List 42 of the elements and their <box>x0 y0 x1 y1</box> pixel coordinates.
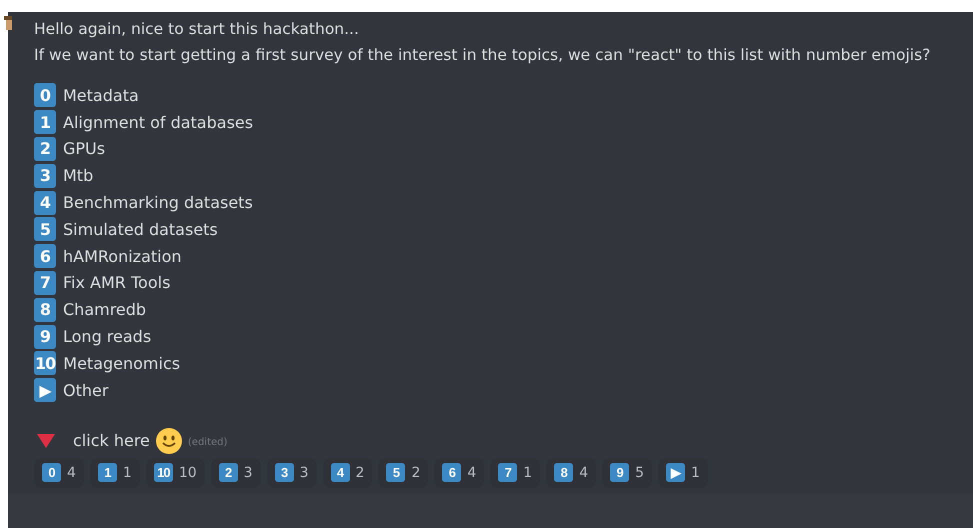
topic-label: Fix AMR Tools <box>63 273 170 292</box>
reaction-button[interactable]: 5 2 <box>378 458 428 488</box>
reaction-button[interactable]: 0 4 <box>34 458 84 488</box>
reaction-button[interactable]: 1 1 <box>90 458 140 488</box>
topic-label: GPUs <box>63 139 106 158</box>
smiley-icon <box>156 428 182 454</box>
keycap-emoji: 1 <box>34 110 56 134</box>
reaction-button[interactable]: 6 4 <box>434 458 484 488</box>
topic-label: Benchmarking datasets <box>63 193 253 212</box>
reaction-button[interactable]: 10 10 <box>146 458 205 488</box>
topic-label: Long reads <box>63 327 152 346</box>
topic-label: Other <box>63 380 108 400</box>
keycap-emoji: 10 <box>34 351 56 376</box>
keycap-emoji: 3 <box>34 164 56 188</box>
reaction-button[interactable]: 2 3 <box>210 458 261 488</box>
topic-label: Simulated datasets <box>63 220 218 239</box>
keycap-emoji: 7 <box>34 270 56 295</box>
keycap-emoji: 0 <box>34 83 56 108</box>
message-text: If we want to start getting a first survey of the interest in the topics, we can "react" to this list with number emojis? <box>34 45 932 66</box>
reaction-button[interactable]: 9 5 <box>602 458 652 488</box>
keycap-emoji: 4 <box>34 190 56 215</box>
topic-label: hAMRonization <box>63 246 182 266</box>
message-text: click here <box>73 431 150 450</box>
keycap-emoji: 8 <box>34 298 56 322</box>
reaction-button[interactable]: 3 3 <box>266 458 317 488</box>
topic-label: Metagenomics <box>63 354 180 373</box>
keycap-emoji: 9 <box>34 324 56 349</box>
topic-label: Metadata <box>63 86 139 105</box>
reaction-button[interactable]: 4 2 <box>322 458 372 488</box>
triangle-icon <box>37 434 55 448</box>
topic-label: Alignment of databases <box>63 112 254 132</box>
keycap-emoji: ▶ <box>34 378 56 402</box>
keycap-emoji: 2 <box>34 136 56 161</box>
reaction-button[interactable]: 8 4 <box>546 458 596 488</box>
topic-label: Chamredb <box>63 300 146 320</box>
keycap-emoji: 6 <box>34 244 56 268</box>
reaction-button[interactable]: 7 1 <box>490 458 540 488</box>
edited-label: (edited) <box>188 437 228 448</box>
message-text: Hello again, nice to start this hackathon... <box>34 19 360 40</box>
keycap-emoji: 5 <box>34 217 56 242</box>
topic-label: Mtb <box>63 166 94 186</box>
reaction-button[interactable]: ▶ 1 <box>658 458 708 488</box>
